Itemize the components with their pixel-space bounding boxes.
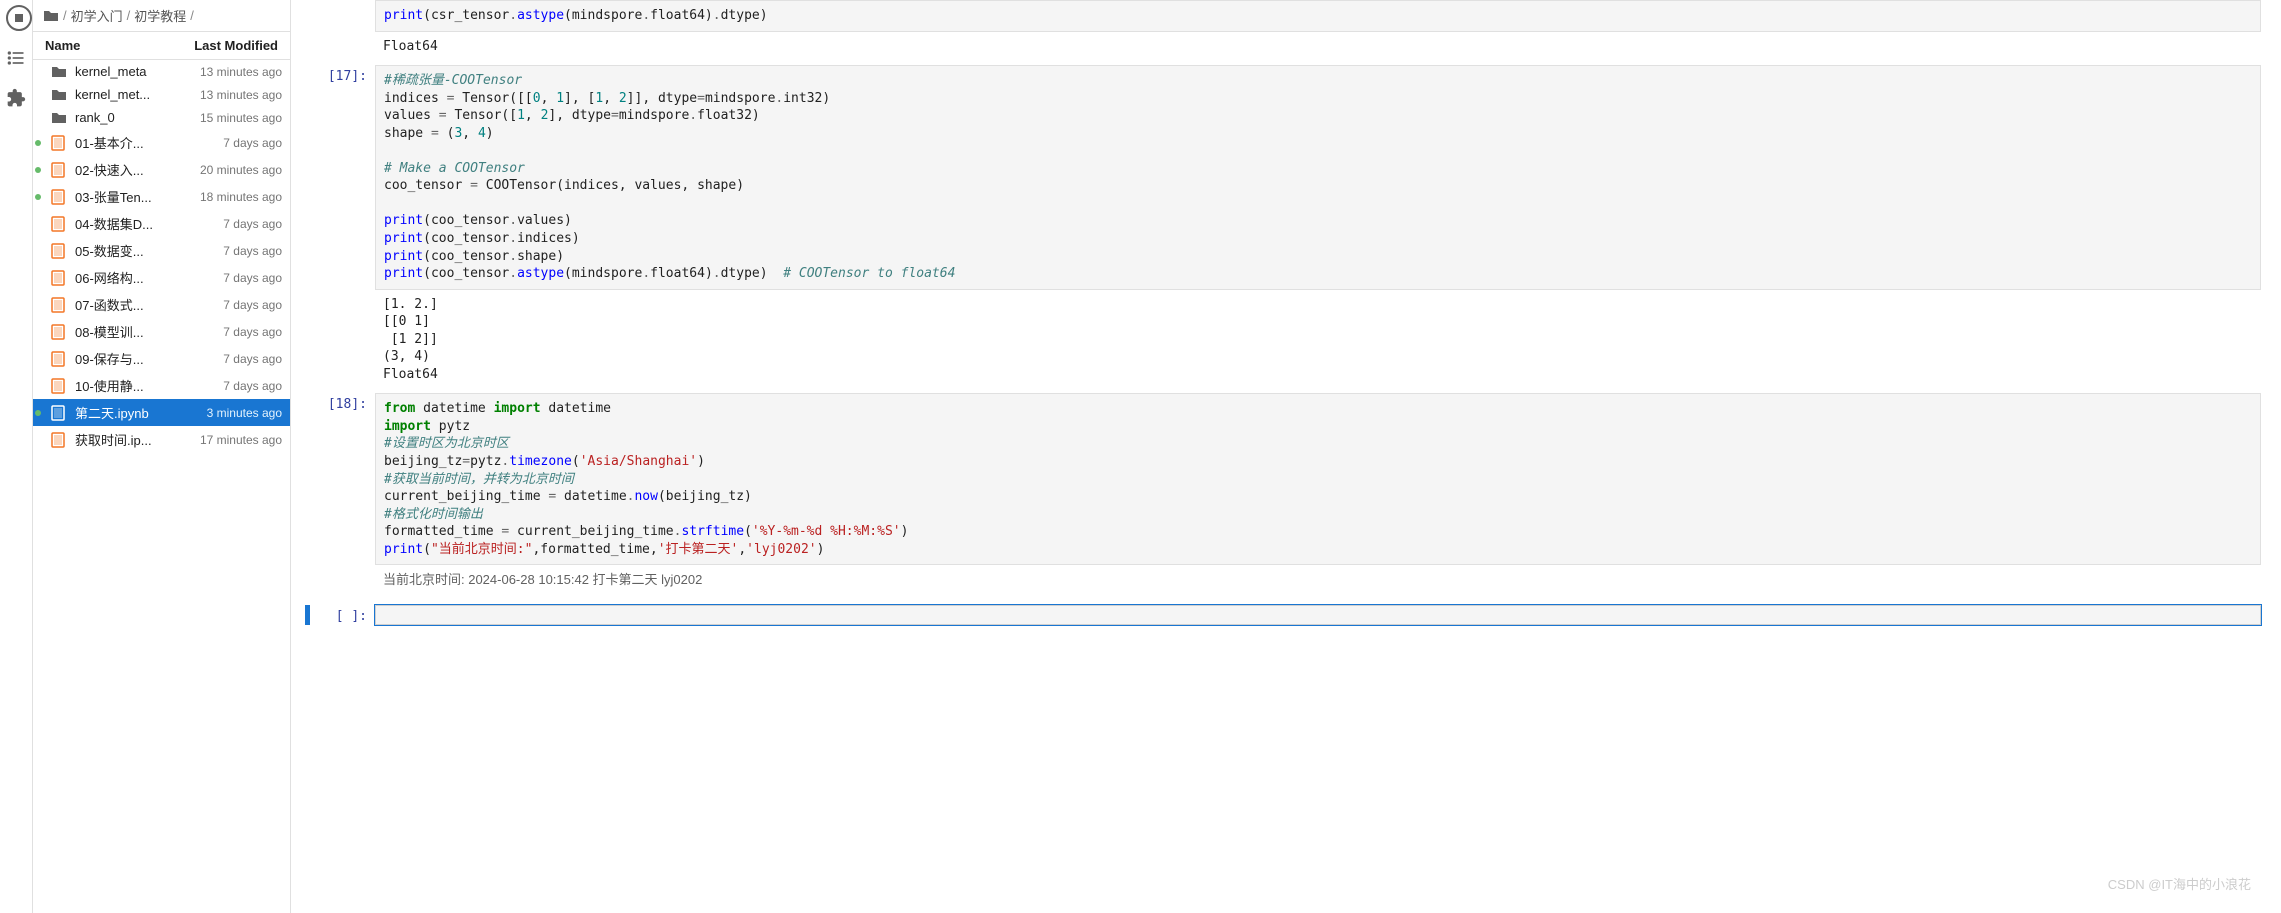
file-row[interactable]: 09-保存与...7 days ago — [33, 345, 290, 372]
toc-icon[interactable] — [6, 48, 26, 68]
file-name: 09-保存与... — [75, 349, 223, 368]
file-modified: 15 minutes ago — [200, 111, 282, 125]
input-prompt: [ ]: — [311, 605, 375, 625]
file-row[interactable]: 04-数据集D...7 days ago — [33, 210, 290, 237]
notebook-icon — [51, 405, 65, 421]
folder-icon — [51, 111, 67, 125]
file-modified: 7 days ago — [223, 298, 282, 312]
folder-icon — [51, 88, 67, 102]
file-modified: 20 minutes ago — [200, 163, 282, 177]
cell-output: Float64 — [375, 32, 2261, 62]
file-row[interactable]: 06-网络构...7 days ago — [33, 264, 290, 291]
file-modified: 7 days ago — [223, 352, 282, 366]
file-name: 获取时间.ip... — [75, 430, 200, 449]
notebook-icon — [51, 378, 65, 394]
file-browser: / 初学入门 / 初学教程 / Name Last Modified kerne… — [33, 0, 291, 913]
notebook-icon — [51, 270, 65, 286]
folder-icon — [43, 9, 59, 23]
file-row[interactable]: kernel_met...13 minutes ago — [33, 83, 290, 106]
folder-icon — [51, 65, 67, 79]
notebook-icon — [51, 243, 65, 259]
breadcrumb-part[interactable]: 初学入门 — [71, 6, 123, 25]
code-input[interactable]: print(csr_tensor.astype(mindspore.float6… — [375, 0, 2261, 32]
file-modified: 13 minutes ago — [200, 88, 282, 102]
file-name: 02-快速入... — [75, 160, 200, 179]
file-row[interactable]: 07-函数式...7 days ago — [33, 291, 290, 318]
file-row[interactable]: 获取时间.ip...17 minutes ago — [33, 426, 290, 453]
running-indicator-icon — [35, 140, 41, 146]
file-name: kernel_met... — [75, 87, 200, 102]
file-name: 第二天.ipynb — [75, 403, 207, 422]
notebook-icon — [51, 324, 65, 340]
file-name: 07-函数式... — [75, 295, 223, 314]
notebook-panel: print(csr_tensor.astype(mindspore.float6… — [291, 0, 2281, 913]
notebook-icon — [51, 135, 65, 151]
running-indicator-icon — [35, 194, 41, 200]
notebook-icon — [51, 216, 65, 232]
code-input[interactable]: from datetime import datetime import pyt… — [375, 393, 2261, 565]
file-row[interactable]: kernel_meta13 minutes ago — [33, 60, 290, 83]
notebook-icon — [51, 162, 65, 178]
file-name: 08-模型训... — [75, 322, 223, 341]
file-row[interactable]: 10-使用静...7 days ago — [33, 372, 290, 399]
file-modified: 13 minutes ago — [200, 65, 282, 79]
file-name: rank_0 — [75, 110, 200, 125]
extensions-icon[interactable] — [6, 88, 26, 108]
file-name: 03-张量Ten... — [75, 187, 200, 206]
file-modified: 18 minutes ago — [200, 190, 282, 204]
running-indicator-icon — [35, 167, 41, 173]
column-name[interactable]: Name — [45, 38, 80, 53]
code-cell-18: [18]: from datetime import datetime impo… — [311, 393, 2261, 594]
code-cell-empty: [ ]: — [311, 605, 2261, 625]
file-row[interactable]: 05-数据变...7 days ago — [33, 237, 290, 264]
file-name: kernel_meta — [75, 64, 200, 79]
notebook-icon — [51, 351, 65, 367]
file-list-header: Name Last Modified — [33, 32, 290, 60]
file-row[interactable]: rank_015 minutes ago — [33, 106, 290, 129]
activity-bar — [0, 0, 33, 913]
file-name: 05-数据变... — [75, 241, 223, 260]
file-modified: 7 days ago — [223, 379, 282, 393]
notebook-icon — [51, 297, 65, 313]
notebook-icon — [51, 189, 65, 205]
file-modified: 7 days ago — [223, 136, 282, 150]
code-cell-fragment: print(csr_tensor.astype(mindspore.float6… — [311, 0, 2261, 61]
input-prompt: [18]: — [311, 393, 375, 594]
file-row[interactable]: 08-模型训...7 days ago — [33, 318, 290, 345]
file-modified: 3 minutes ago — [207, 406, 282, 420]
code-input[interactable]: #稀疏张量-COOTensor indices = Tensor([[0, 1]… — [375, 65, 2261, 290]
file-modified: 7 days ago — [223, 217, 282, 231]
file-row[interactable]: 01-基本介...7 days ago — [33, 129, 290, 156]
code-input-active[interactable] — [375, 605, 2261, 625]
file-name: 10-使用静... — [75, 376, 223, 395]
cell-output: [1. 2.] [[0 1] [1 2]] (3, 4) Float64 — [375, 290, 2261, 390]
file-row[interactable]: 02-快速入...20 minutes ago — [33, 156, 290, 183]
cell-output: 当前北京时间: 2024-06-28 10:15:42 打卡第二天 lyj020… — [375, 565, 2261, 595]
file-list: kernel_meta13 minutes agokernel_met...13… — [33, 60, 290, 913]
notebook-icon — [51, 432, 65, 448]
code-cell-17: [17]: #稀疏张量-COOTensor indices = Tensor([… — [311, 65, 2261, 389]
file-modified: 7 days ago — [223, 271, 282, 285]
file-modified: 17 minutes ago — [200, 433, 282, 447]
file-modified: 7 days ago — [223, 325, 282, 339]
file-name: 01-基本介... — [75, 133, 223, 152]
breadcrumb[interactable]: / 初学入门 / 初学教程 / — [33, 0, 290, 32]
file-row[interactable]: 03-张量Ten...18 minutes ago — [33, 183, 290, 210]
file-modified: 7 days ago — [223, 244, 282, 258]
running-indicator-icon — [35, 410, 41, 416]
input-prompt: [17]: — [311, 65, 375, 389]
file-row[interactable]: 第二天.ipynb3 minutes ago — [33, 399, 290, 426]
breadcrumb-part[interactable]: 初学教程 — [134, 6, 186, 25]
file-name: 06-网络构... — [75, 268, 223, 287]
column-modified[interactable]: Last Modified — [194, 38, 278, 53]
stop-kernel-icon[interactable] — [6, 8, 26, 28]
file-name: 04-数据集D... — [75, 214, 223, 233]
